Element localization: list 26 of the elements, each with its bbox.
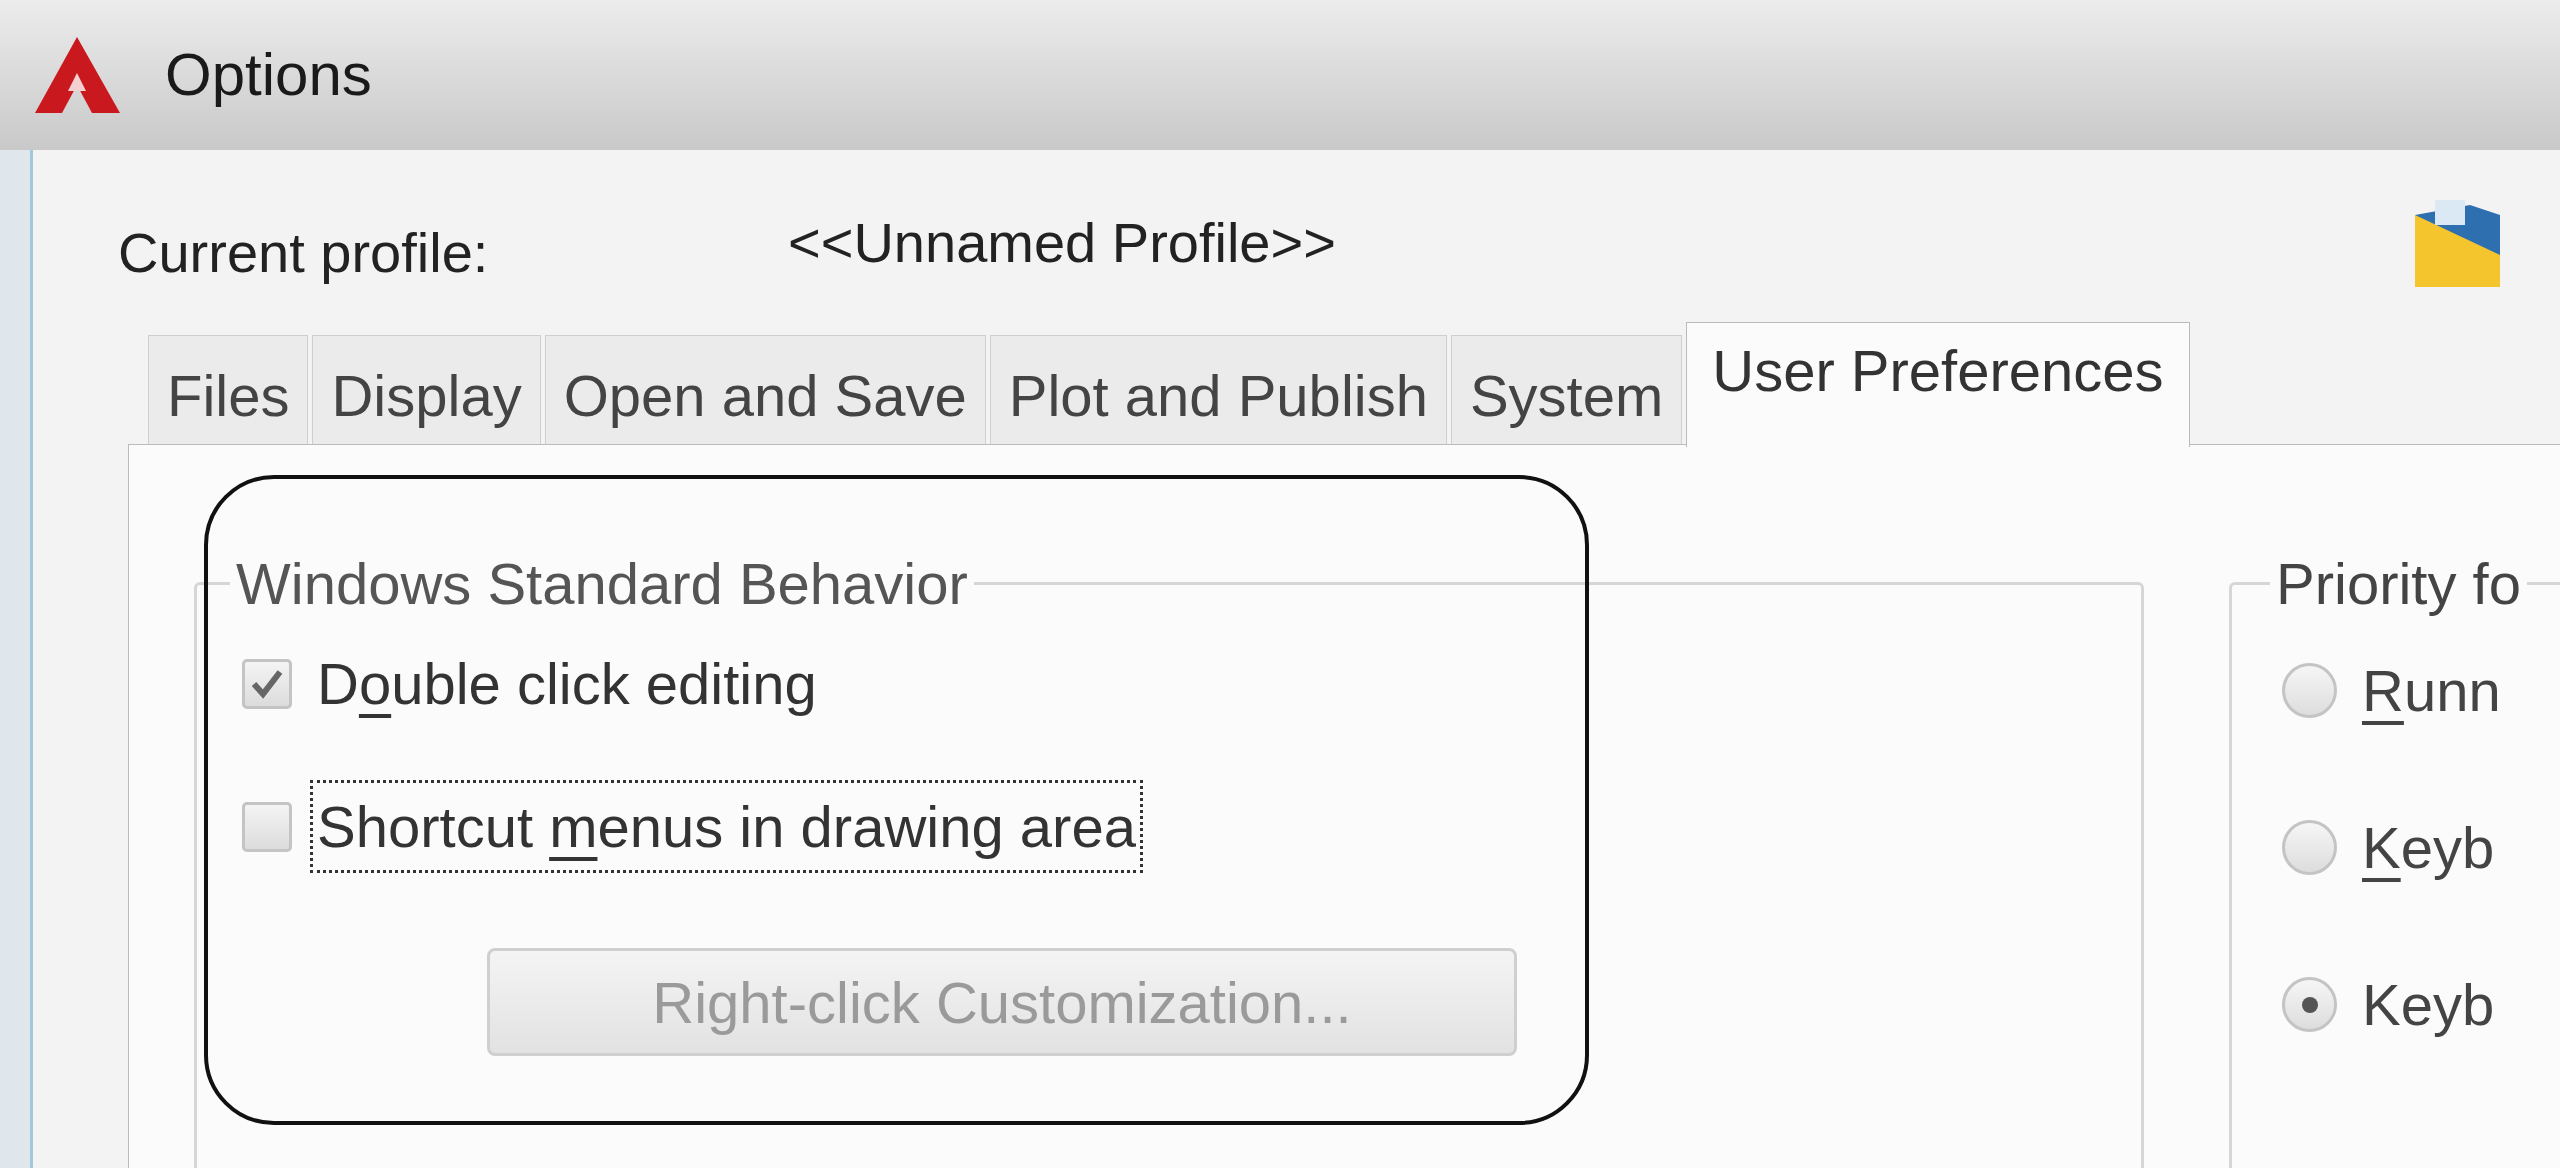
checkbox-option[interactable]: Shortcut menus in drawing area [242, 780, 2141, 873]
window-title: Options [165, 40, 372, 110]
radio-button[interactable] [2282, 820, 2337, 875]
tab[interactable]: Open and Save [544, 335, 986, 445]
checkbox[interactable] [242, 801, 292, 852]
radio-option[interactable]: Runn [2282, 647, 2560, 734]
profile-label: Current profile: [118, 219, 490, 286]
profile-name: <<Unnamed Profile>> [788, 209, 1336, 276]
group-title: Priority fo [2275, 550, 2522, 618]
radio-button[interactable] [2282, 977, 2337, 1032]
tab[interactable]: System [1450, 335, 1683, 445]
checkbox-label: Shortcut menus in drawing area [310, 780, 1143, 873]
radio-label: Runn [2362, 657, 2501, 725]
group-title: Windows Standard Behavior [235, 550, 969, 618]
tab[interactable]: User Preferences [1686, 322, 2190, 447]
checkbox-option[interactable]: Double click editing [242, 637, 2141, 730]
radio-label: Keyb [2362, 814, 2495, 882]
radio-option[interactable]: Keyb [2282, 804, 2560, 891]
tab[interactable]: Plot and Publish [989, 335, 1447, 445]
checkbox-label: Double click editing [316, 650, 818, 718]
tab[interactable]: Display [312, 335, 541, 445]
tab[interactable]: Files [148, 335, 309, 445]
radio-button[interactable] [2282, 663, 2337, 718]
radio-option[interactable]: Keyb [2282, 961, 2560, 1048]
radio-label: Keyb [2362, 971, 2495, 1039]
checkbox[interactable] [242, 658, 292, 709]
